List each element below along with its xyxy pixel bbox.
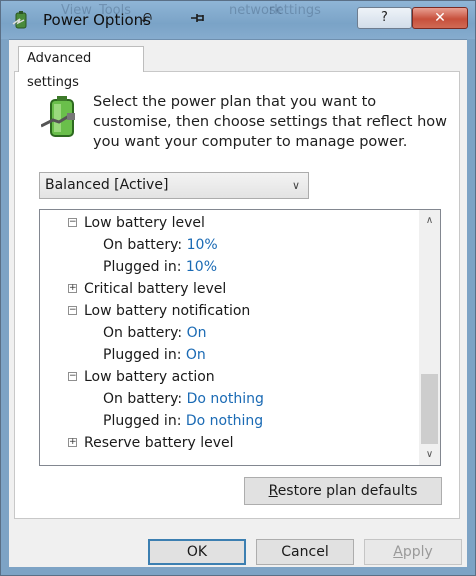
tree-node-label: Critical battery level: [84, 281, 227, 297]
collapse-icon[interactable]: −: [68, 218, 77, 227]
collapse-icon[interactable]: −: [68, 306, 77, 315]
setting-label: Plugged in:: [103, 413, 182, 429]
tree-node-low-battery-level[interactable]: − Low battery level: [40, 213, 410, 233]
settings-tree[interactable]: − Low battery level On battery: 10% Plug…: [39, 209, 441, 466]
close-button[interactable]: ✕: [412, 7, 468, 29]
tree-item-plugged-in[interactable]: Plugged in: Do nothing: [103, 411, 263, 431]
apply-label: pply: [402, 544, 433, 560]
setting-label: Plugged in:: [103, 259, 182, 275]
background-text: settings: [269, 3, 321, 18]
scroll-down-icon[interactable]: ∨: [419, 446, 440, 464]
scroll-up-icon[interactable]: ∧: [419, 212, 440, 230]
restore-plan-defaults-button[interactable]: Restore plan defaults: [244, 477, 442, 505]
tab-advanced-settings[interactable]: Advanced settings: [18, 46, 144, 90]
tree-node-low-battery-notification[interactable]: − Low battery notification: [40, 301, 410, 321]
window-frame-bottom: [1, 567, 475, 575]
chevron-down-icon: ∨: [291, 179, 300, 192]
setting-label: On battery:: [103, 237, 183, 253]
pin-icon[interactable]: [189, 11, 207, 25]
setting-value-link[interactable]: On: [186, 347, 206, 363]
battery-icon: [41, 96, 75, 137]
setting-value-link[interactable]: 10%: [187, 237, 218, 253]
tree-node-label: Low battery action: [84, 369, 215, 385]
tree-node-critical-battery-level[interactable]: + Critical battery level: [40, 279, 410, 299]
power-plan-select[interactable]: Balanced [Active] ∨: [39, 172, 309, 199]
apply-accelerator: A: [393, 544, 403, 560]
description-text: Select the power plan that you want to c…: [93, 94, 447, 150]
window-frame-left: [1, 39, 9, 575]
dropdown-arrows-icon: ⮏: [141, 11, 153, 27]
tree-node-label: Low battery notification: [84, 303, 251, 319]
power-options-icon: [12, 11, 27, 29]
setting-label: On battery:: [103, 391, 183, 407]
expand-icon[interactable]: +: [68, 438, 77, 447]
tree-node-label: Reserve battery level: [84, 435, 234, 451]
tree-item-on-battery[interactable]: On battery: 10%: [103, 235, 218, 255]
tree-node-reserve-battery-level[interactable]: + Reserve battery level: [40, 433, 410, 453]
ok-button[interactable]: OK: [148, 539, 246, 565]
tree-node-label: Low battery level: [84, 215, 205, 231]
power-options-window: View Tools network settings Power Option…: [0, 0, 476, 576]
restore-accelerator: R: [268, 483, 278, 499]
tree-item-plugged-in[interactable]: Plugged in: 10%: [103, 257, 217, 277]
tree-item-on-battery[interactable]: On battery: On: [103, 323, 207, 343]
setting-value-link[interactable]: On: [187, 325, 207, 341]
apply-button[interactable]: Apply: [364, 539, 462, 565]
power-plan-select-value: Balanced [Active]: [45, 177, 169, 193]
help-button[interactable]: ?: [357, 7, 412, 29]
restore-label: estore plan defaults: [277, 483, 418, 499]
window-title: Power Options: [43, 11, 151, 29]
setting-value-link[interactable]: Do nothing: [187, 391, 264, 407]
setting-value-link[interactable]: 10%: [186, 259, 217, 275]
collapse-icon[interactable]: −: [68, 372, 77, 381]
setting-label: On battery:: [103, 325, 183, 341]
tree-item-on-battery[interactable]: On battery: Do nothing: [103, 389, 264, 409]
scrollbar-thumb[interactable]: [421, 374, 438, 444]
cancel-button[interactable]: Cancel: [256, 539, 354, 565]
tree-item-plugged-in[interactable]: Plugged in: On: [103, 345, 206, 365]
setting-label: Plugged in:: [103, 347, 182, 363]
vertical-scrollbar[interactable]: ∧ ∨: [419, 210, 440, 465]
tree-node-low-battery-action[interactable]: − Low battery action: [40, 367, 410, 387]
window-frame-right: [467, 39, 475, 575]
title-bar[interactable]: View Tools network settings Power Option…: [1, 1, 475, 40]
setting-value-link[interactable]: Do nothing: [186, 413, 263, 429]
expand-icon[interactable]: +: [68, 284, 77, 293]
